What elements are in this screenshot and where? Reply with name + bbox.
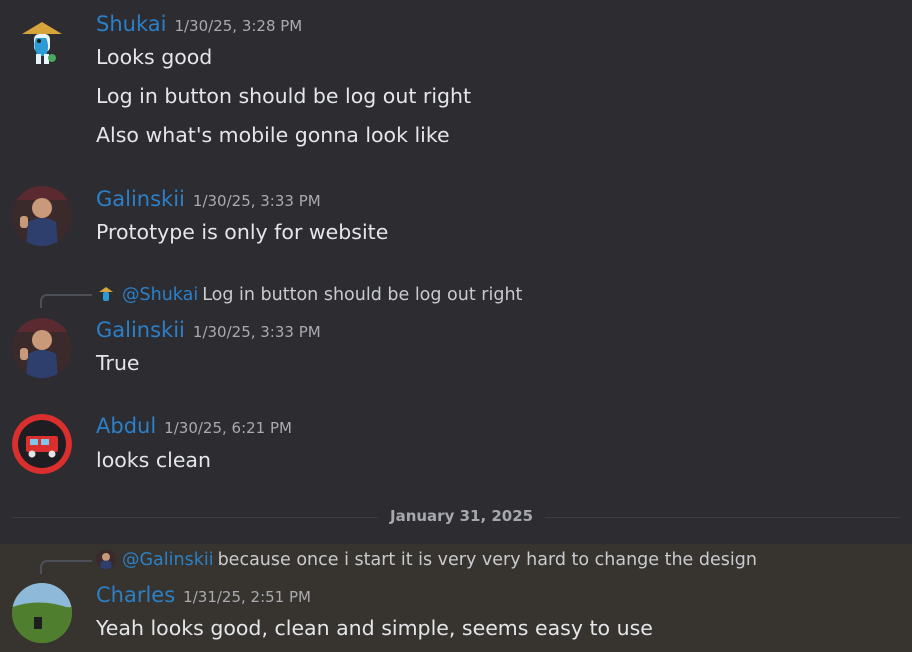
- message-header: Shukai 1/30/25, 3:28 PM: [96, 12, 302, 36]
- timestamp[interactable]: 1/30/25, 6:21 PM: [164, 419, 292, 437]
- message-text: Also what's mobile gonna look like: [96, 123, 450, 147]
- reply-mention[interactable]: @Shukai: [122, 285, 198, 305]
- abdul-avatar-image: [12, 414, 72, 474]
- reply-preview[interactable]: @Galinskii because once i start it is ver…: [96, 549, 757, 570]
- avatar-charles[interactable]: [12, 583, 72, 643]
- message-text: Yeah looks good, clean and simple, seems…: [96, 616, 653, 640]
- date-divider: January 31, 2025: [12, 507, 900, 525]
- timestamp[interactable]: 1/30/25, 3:28 PM: [174, 17, 302, 35]
- reply-avatar-shukai: [96, 284, 116, 304]
- reply-text: because once i start it is very very har…: [217, 550, 757, 570]
- author-name[interactable]: Charles: [96, 583, 175, 607]
- message-text: Prototype is only for website: [96, 220, 389, 244]
- galinskii-avatar-image: [12, 318, 72, 378]
- message-header: Charles 1/31/25, 2:51 PM: [96, 583, 311, 607]
- author-name[interactable]: Abdul: [96, 414, 156, 438]
- message-text: True: [96, 351, 140, 375]
- avatar-abdul[interactable]: [12, 414, 72, 474]
- galinskii-avatar-image: [12, 186, 72, 246]
- timestamp[interactable]: 1/30/25, 3:33 PM: [193, 192, 321, 210]
- timestamp[interactable]: 1/30/25, 3:33 PM: [193, 323, 321, 341]
- message-text: looks clean: [96, 448, 211, 472]
- reply-text: Log in button should be log out right: [202, 285, 523, 305]
- author-name[interactable]: Galinskii: [96, 187, 185, 211]
- avatar-shukai[interactable]: [12, 12, 72, 72]
- message-header: Galinskii 1/30/25, 3:33 PM: [96, 318, 321, 342]
- shukai-avatar-image: [12, 12, 72, 72]
- reply-spine: [40, 294, 92, 308]
- reply-avatar-galinskii: [96, 549, 116, 569]
- reply-spine: [40, 560, 92, 574]
- author-name[interactable]: Shukai: [96, 12, 166, 36]
- avatar-galinskii[interactable]: [12, 318, 72, 378]
- reply-mention[interactable]: @Galinskii: [122, 550, 214, 570]
- message-header: Abdul 1/30/25, 6:21 PM: [96, 414, 292, 438]
- timestamp[interactable]: 1/31/25, 2:51 PM: [183, 588, 311, 606]
- date-divider-label: January 31, 2025: [378, 507, 546, 525]
- message-header: Galinskii 1/30/25, 3:33 PM: [96, 187, 321, 211]
- message-text: Looks good: [96, 45, 213, 69]
- message-text: Log in button should be log out right: [96, 84, 472, 108]
- author-name[interactable]: Galinskii: [96, 318, 185, 342]
- charles-avatar-image: [12, 583, 72, 643]
- avatar-galinskii[interactable]: [12, 186, 72, 246]
- reply-preview[interactable]: @Shukai Log in button should be log out r…: [96, 284, 522, 305]
